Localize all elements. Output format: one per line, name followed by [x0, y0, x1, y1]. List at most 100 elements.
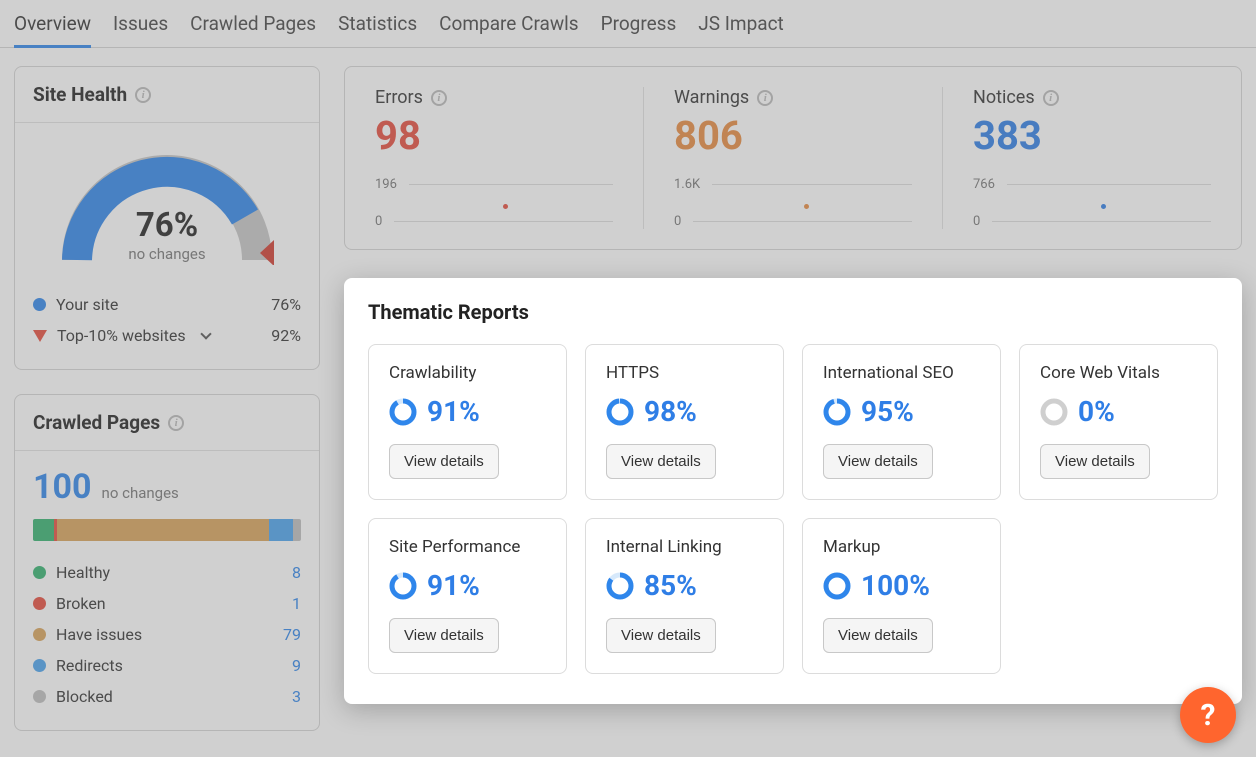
errors-dot-icon [503, 204, 508, 209]
info-icon[interactable]: i [135, 87, 151, 103]
dot-icon [33, 566, 46, 579]
report-percent: 100% [861, 569, 930, 602]
site-health-gauge: 76% no changes [52, 145, 282, 265]
report-percent: 95% [861, 395, 914, 428]
legend-your-site: Your site [56, 295, 118, 314]
bar-segment [33, 519, 54, 541]
view-details-button[interactable]: View details [1040, 444, 1150, 479]
warnings-label: Warnings [674, 87, 749, 108]
info-icon[interactable]: i [1043, 90, 1059, 106]
donut-icon [1040, 398, 1068, 426]
legend-top10-value: 92% [271, 326, 301, 345]
dot-icon [33, 298, 46, 311]
tab-crawled-pages[interactable]: Crawled Pages [190, 12, 316, 47]
crawled-legend-value: 9 [267, 656, 301, 675]
chevron-down-icon[interactable] [200, 328, 211, 339]
tab-compare-crawls[interactable]: Compare Crawls [439, 12, 578, 47]
crawled-legend-label: Have issues [56, 625, 142, 644]
errors-ybot: 0 [375, 214, 382, 229]
report-percent: 0% [1078, 395, 1115, 428]
help-button[interactable]: ? [1180, 687, 1236, 743]
notices-col[interactable]: Notices i 383 766 0 [942, 87, 1241, 229]
report-name: HTTPS [606, 363, 763, 383]
report-name: Core Web Vitals [1040, 363, 1197, 383]
crawled-legend-row[interactable]: Broken 1 [33, 588, 301, 619]
crawled-legend-value: 3 [267, 687, 301, 706]
report-card: Site Performance91%View details [368, 518, 567, 674]
legend-top10[interactable]: Top-10% websites [57, 326, 186, 345]
crawled-legend-row[interactable]: Healthy 8 [33, 557, 301, 588]
donut-icon [389, 398, 417, 426]
notices-label: Notices [973, 87, 1035, 108]
dot-icon [33, 597, 46, 610]
report-name: Markup [823, 537, 980, 557]
tab-overview[interactable]: Overview [14, 12, 91, 48]
report-card: Internal Linking 85% View details [585, 518, 784, 674]
crawled-legend-label: Healthy [56, 563, 110, 582]
triangle-down-icon [33, 330, 47, 342]
crawled-legend-value: 1 [267, 594, 301, 613]
errors-col[interactable]: Errors i 98 196 0 [345, 87, 643, 229]
view-details-button[interactable]: View details [606, 444, 716, 479]
report-name: International SEO [823, 363, 980, 383]
summary-card: Errors i 98 196 0 Warnings i 806 1.6K 0 [344, 66, 1242, 250]
site-health-legend: Your site 76% Top-10% websites 92% [15, 281, 319, 369]
report-card: International SEO 95% View details [802, 344, 1001, 500]
donut-icon [606, 572, 634, 600]
view-details-button[interactable]: View details [389, 444, 499, 479]
site-health-title: Site Health [33, 83, 127, 106]
crawled-pages-card: Crawled Pages i 100 no changes Healthy 8 B… [14, 394, 320, 731]
tab-progress[interactable]: Progress [601, 12, 677, 47]
view-details-button[interactable]: View details [823, 444, 933, 479]
report-percent: 98% [644, 395, 697, 428]
site-health-sub: no changes [52, 245, 282, 263]
crawled-pages-title: Crawled Pages [33, 411, 160, 434]
errors-ytop: 196 [375, 177, 397, 192]
view-details-button[interactable]: View details [606, 618, 716, 653]
bar-segment [293, 519, 301, 541]
notices-ytop: 766 [973, 177, 995, 192]
warnings-col[interactable]: Warnings i 806 1.6K 0 [643, 87, 942, 229]
donut-icon [823, 398, 851, 426]
crawled-pages-sub: no changes [102, 484, 179, 502]
crawled-legend-row[interactable]: Redirects 9 [33, 650, 301, 681]
crawled-legend-label: Blocked [56, 687, 113, 706]
report-percent: 91% [427, 569, 480, 602]
crawled-pages-count[interactable]: 100 [33, 467, 92, 507]
info-icon[interactable]: i [168, 415, 184, 431]
crawled-legend-label: Redirects [56, 656, 123, 675]
dot-icon [33, 628, 46, 641]
crawled-legend-value: 8 [267, 563, 301, 582]
notices-dot-icon [1101, 204, 1106, 209]
dot-icon [33, 690, 46, 703]
tab-issues[interactable]: Issues [113, 12, 168, 47]
report-percent: 91% [427, 395, 480, 428]
donut-icon [606, 398, 634, 426]
site-health-card: Site Health i 76% no changes [14, 66, 320, 370]
view-details-button[interactable]: View details [389, 618, 499, 653]
crawled-legend-value: 79 [267, 625, 301, 644]
report-name: Internal Linking [606, 537, 763, 557]
report-card: HTTPS 98% View details [585, 344, 784, 500]
crawled-legend-row[interactable]: Blocked 3 [33, 681, 301, 712]
tab-statistics[interactable]: Statistics [338, 12, 417, 47]
errors-value: 98 [375, 112, 613, 159]
info-icon[interactable]: i [757, 90, 773, 106]
thematic-reports-panel: Thematic Reports Crawlability91%View det… [344, 278, 1242, 704]
bar-segment [269, 519, 293, 541]
report-card: Markup 100% View details [802, 518, 1001, 674]
tabs-bar: Overview Issues Crawled Pages Statistics… [0, 0, 1256, 48]
crawled-pages-bar [33, 519, 301, 541]
report-percent: 85% [644, 569, 697, 602]
tab-js-impact[interactable]: JS Impact [698, 12, 783, 47]
donut-icon [389, 572, 417, 600]
view-details-button[interactable]: View details [823, 618, 933, 653]
site-health-score: 76% [52, 206, 282, 245]
errors-label: Errors [375, 87, 423, 108]
crawled-legend-label: Broken [56, 594, 106, 613]
dot-icon [33, 659, 46, 672]
crawled-legend-row[interactable]: Have issues 79 [33, 619, 301, 650]
donut-icon [823, 572, 851, 600]
crawled-pages-header: Crawled Pages i [15, 395, 319, 451]
info-icon[interactable]: i [431, 90, 447, 106]
